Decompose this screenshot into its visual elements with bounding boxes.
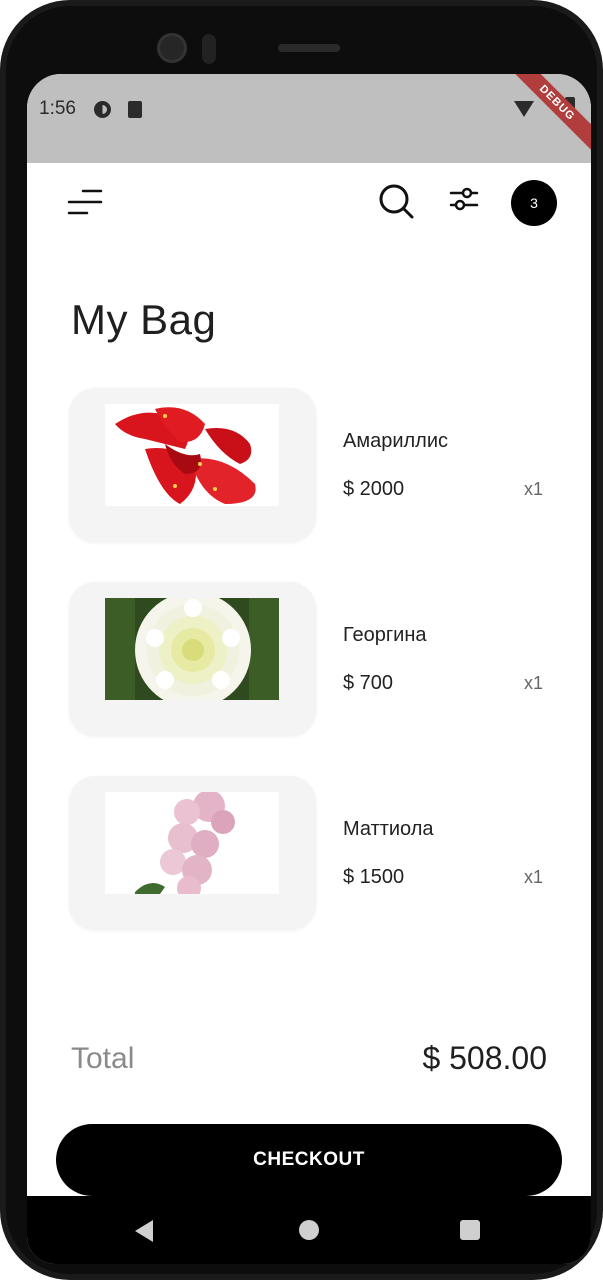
page-title: My Bag [71, 296, 217, 343]
app-bar: 3 [27, 163, 591, 263]
item-image-card [69, 776, 316, 930]
wifi-icon [514, 101, 534, 117]
menu-button[interactable] [65, 185, 105, 221]
red-amaryllis-image [105, 404, 279, 506]
item-image-card [69, 388, 316, 542]
filter-icon [449, 187, 479, 211]
search-button[interactable] [376, 181, 416, 221]
item-name: Амариллис [343, 430, 449, 452]
home-icon[interactable] [299, 1220, 319, 1240]
cart-item[interactable]: Маттиола $ 1500 x1 [27, 776, 591, 932]
cart-item[interactable]: Амариллис $ 2000 x1 [27, 388, 591, 544]
item-name: Георгина [343, 624, 427, 646]
phone-frame: 1:56 DEBUG 3 My Bag Амариллис $ 2000 x1 … [0, 0, 603, 1280]
recent-apps-icon[interactable] [460, 1220, 480, 1240]
checkout-button[interactable]: CHECKOUT [56, 1124, 562, 1196]
camera-lens [157, 33, 187, 63]
app-screen: 1:56 DEBUG 3 My Bag Амариллис $ 2000 x1 … [27, 74, 591, 1264]
earpiece-speaker [278, 44, 340, 52]
back-icon[interactable] [135, 1220, 153, 1242]
sim-card-icon [128, 101, 142, 118]
system-nav-bar [27, 1196, 591, 1264]
data-saver-icon [94, 101, 111, 118]
item-name: Маттиола [343, 818, 434, 840]
proximity-sensor [202, 34, 216, 64]
cart-item[interactable]: Георгина $ 700 x1 [27, 582, 591, 738]
filter-button[interactable] [447, 183, 481, 217]
cart-count-badge[interactable]: 3 [511, 180, 557, 226]
status-time: 1:56 [39, 98, 76, 119]
item-quantity: x1 [524, 673, 544, 693]
phone-bezel: 1:56 DEBUG 3 My Bag Амариллис $ 2000 x1 … [6, 6, 597, 1274]
item-price: $ 2000 [343, 478, 405, 500]
item-price: $ 700 [343, 672, 394, 694]
pink-matthiola-image [105, 792, 279, 894]
total-value: $ 508.00 [422, 1040, 547, 1076]
status-bar: 1:56 DEBUG [27, 74, 591, 163]
item-quantity: x1 [524, 867, 544, 887]
item-quantity: x1 [524, 479, 544, 499]
item-price: $ 1500 [343, 866, 405, 888]
search-icon [379, 184, 414, 219]
item-image-card [69, 582, 316, 736]
white-dahlia-image [105, 598, 279, 700]
total-label: Total [71, 1042, 135, 1075]
menu-icon [67, 189, 103, 215]
